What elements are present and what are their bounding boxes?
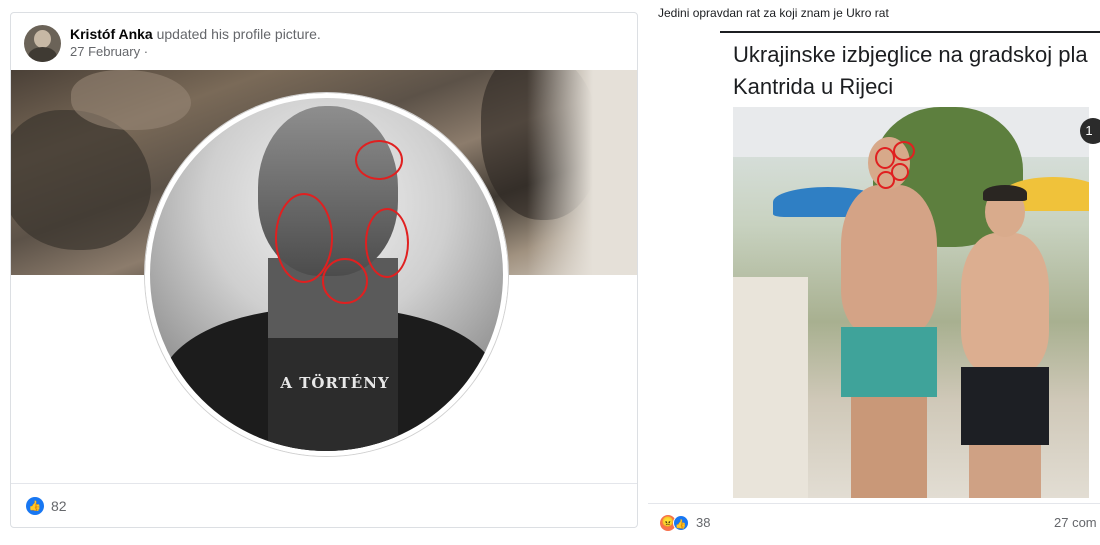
like-icon[interactable]: 👍 [673, 515, 689, 531]
post-timestamp[interactable]: 27 February · [70, 43, 321, 61]
profile-picture-post: Kristóf Anka updated his profile picture… [10, 12, 638, 528]
like-icon[interactable]: 👍 [26, 497, 44, 515]
post-caption: Jedini opravdan rat za koji znam je Ukro… [658, 6, 889, 20]
post-reactions-bar: 👍 82 [11, 483, 637, 527]
person [833, 137, 943, 498]
highlight-circle [365, 208, 409, 278]
shared-article-post: Jedini opravdan rat za koji znam je Ukro… [648, 0, 1100, 545]
profile-picture[interactable]: A TÖRTÉNY [145, 93, 508, 456]
post-reactions-bar: 😠 👍 38 27 com [648, 503, 1100, 545]
highlight-circle [322, 258, 368, 304]
article-photo[interactable] [733, 107, 1089, 498]
gallery-count-badge[interactable]: 1 [1080, 118, 1100, 144]
divider [720, 31, 1100, 33]
post-action-text: updated his profile picture. [156, 26, 321, 42]
reaction-count[interactable]: 38 [696, 515, 710, 530]
post-header: Kristóf Anka updated his profile picture… [24, 23, 321, 63]
highlight-circle [893, 141, 915, 161]
author-name[interactable]: Kristóf Anka [70, 26, 153, 42]
comments-count[interactable]: 27 com [1054, 515, 1097, 530]
highlight-circle [355, 140, 403, 180]
post-author-line: Kristóf Anka updated his profile picture… [70, 25, 321, 43]
highlight-circle [877, 171, 895, 189]
reaction-count[interactable]: 82 [51, 498, 67, 514]
person [955, 185, 1055, 498]
shirt-print-text: A TÖRTÉNY [280, 374, 390, 392]
avatar[interactable] [24, 24, 61, 62]
article-headline[interactable]: Ukrajinske izbjeglice na gradskoj pla Ka… [733, 39, 1100, 103]
